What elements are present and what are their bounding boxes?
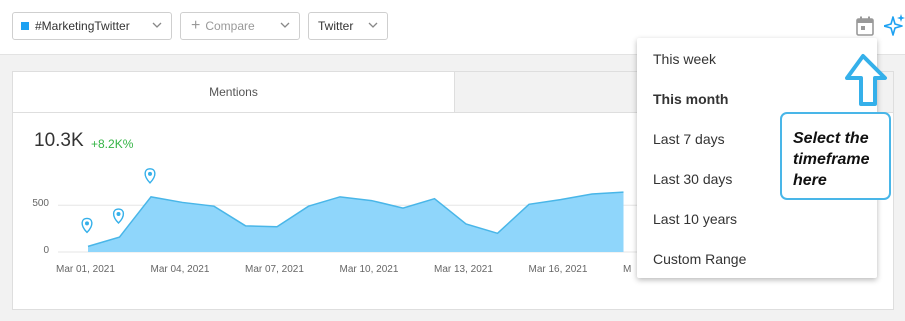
x-tick-label: Mar 16, 2021 bbox=[528, 264, 588, 275]
sparkle-icon[interactable] bbox=[884, 13, 905, 37]
x-tick-label: M bbox=[623, 264, 632, 275]
dropdown-item-last-30-days[interactable]: Last 30 days bbox=[653, 171, 732, 187]
dropdown-item-last-7-days[interactable]: Last 7 days bbox=[653, 131, 725, 147]
callout-text: Select the timeframe here bbox=[793, 130, 870, 189]
tutorial-callout: Select the timeframe here bbox=[780, 112, 891, 200]
dropdown-item-last-10-years[interactable]: Last 10 years bbox=[653, 211, 737, 227]
calendar-icon[interactable] bbox=[856, 16, 874, 36]
x-tick-label: Mar 10, 2021 bbox=[339, 264, 399, 275]
chevron-down-icon bbox=[152, 22, 162, 28]
query-select-label: #MarketingTwitter bbox=[35, 19, 130, 33]
compare-select-label: Compare bbox=[205, 19, 255, 33]
mentions-change: +8.2K% bbox=[91, 137, 134, 151]
x-tick-label: Mar 13, 2021 bbox=[434, 264, 493, 275]
source-select-label: Twitter bbox=[318, 19, 354, 33]
query-select[interactable]: #MarketingTwitter bbox=[12, 12, 172, 40]
x-tick-label: Mar 01, 2021 bbox=[56, 264, 115, 275]
arrow-up-icon bbox=[845, 54, 887, 106]
plus-icon: + bbox=[191, 17, 201, 34]
tab-mentions[interactable]: Mentions bbox=[13, 72, 455, 113]
y-tick-label: 500 bbox=[32, 198, 49, 210]
dropdown-item-this-month[interactable]: This month bbox=[653, 91, 728, 107]
x-tick-label: Mar 07, 2021 bbox=[245, 264, 304, 275]
mentions-total: 10.3K bbox=[34, 130, 84, 151]
tab-mentions-label: Mentions bbox=[209, 85, 258, 99]
dropdown-item-this-week[interactable]: This week bbox=[653, 51, 716, 67]
query-color-swatch bbox=[21, 22, 29, 30]
x-tick-label: Mar 04, 2021 bbox=[150, 264, 210, 275]
compare-select[interactable]: + Compare bbox=[180, 12, 300, 40]
chevron-down-icon bbox=[368, 22, 378, 28]
source-select[interactable]: Twitter bbox=[308, 12, 388, 40]
dropdown-item-custom-range[interactable]: Custom Range bbox=[653, 251, 746, 267]
chevron-down-icon bbox=[280, 22, 290, 28]
y-tick-label: 0 bbox=[43, 245, 49, 256]
